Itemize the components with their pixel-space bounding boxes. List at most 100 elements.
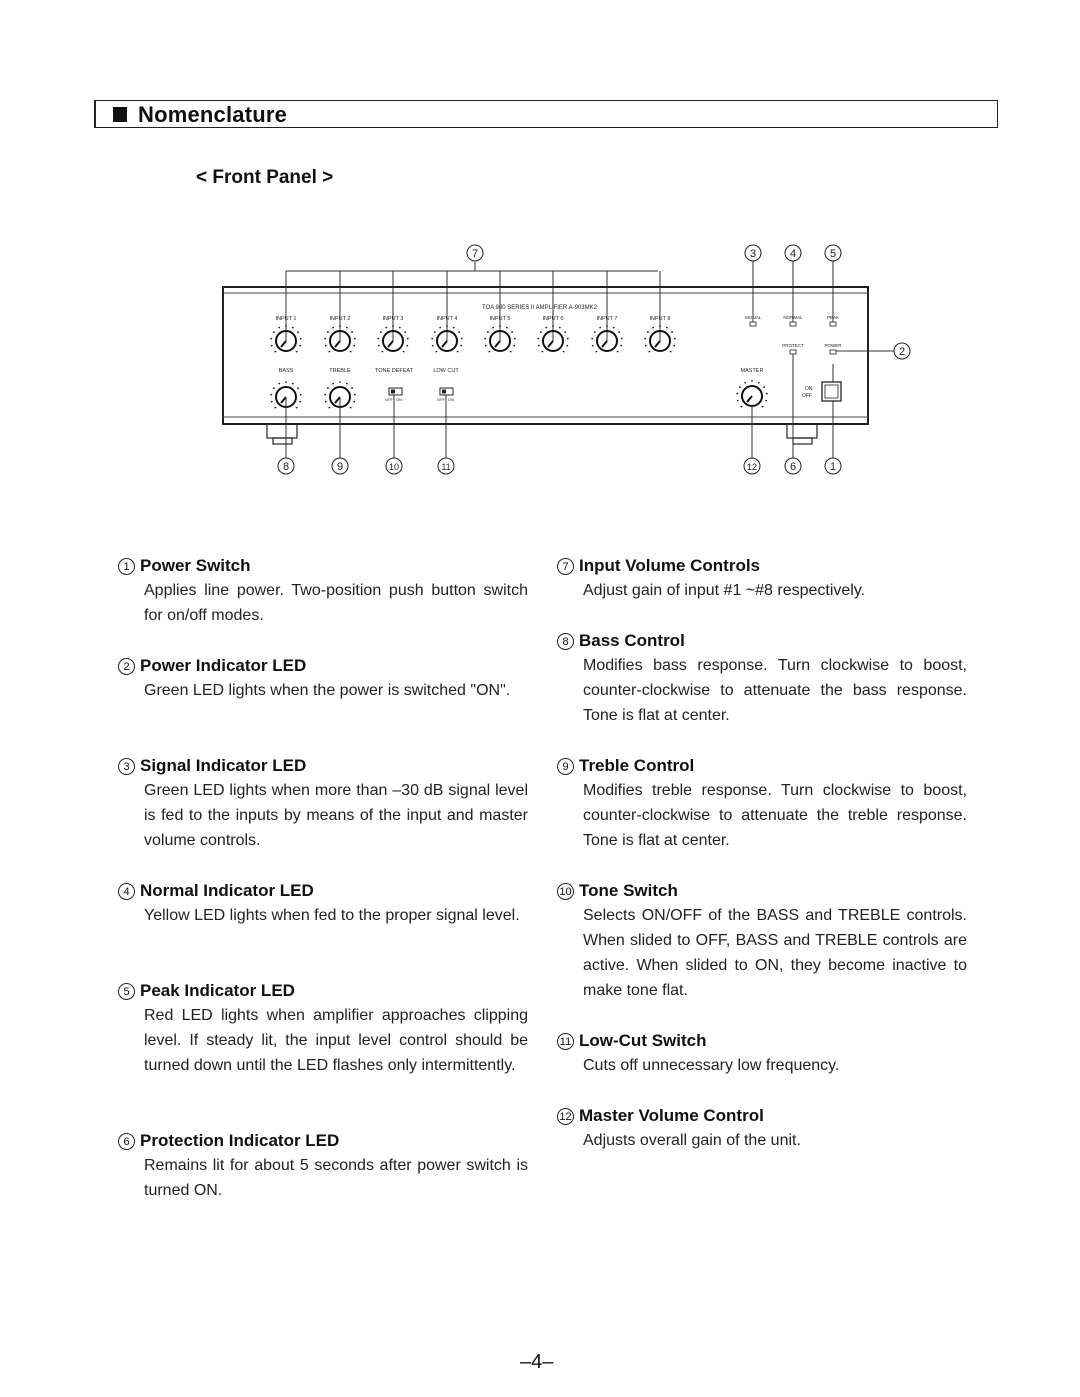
callout-leaders xyxy=(285,260,894,458)
item-heading: 1 Power Switch xyxy=(118,553,528,578)
tone-defeat-switch[interactable] xyxy=(388,387,403,396)
switch-label: TONE DEFEAT xyxy=(375,368,414,374)
callout-7: 7 xyxy=(466,244,484,262)
item-heading: 8 Bass Control xyxy=(557,628,967,653)
power-led xyxy=(829,349,837,355)
item-description: Green LED lights when more than –30 dB s… xyxy=(144,782,528,849)
item-heading: 12 Master Volume Control xyxy=(557,1103,967,1128)
item-title: Low-Cut Switch xyxy=(579,1031,707,1050)
svg-text:6: 6 xyxy=(790,461,796,473)
item-number-badge: 1 xyxy=(118,558,135,575)
svg-text:10: 10 xyxy=(389,462,399,472)
item-heading: 11 Low-Cut Switch xyxy=(557,1028,967,1053)
callout-9: 9 xyxy=(331,457,349,475)
item-treble-control: 9 Treble Control Modifies treble response.… xyxy=(557,753,967,853)
item-bass-control: 8 Bass Control Modifies bass response. Tur… xyxy=(557,628,967,728)
item-title: Power Switch xyxy=(140,556,251,575)
item-number-badge: 11 xyxy=(557,1033,574,1050)
led-label: PEAK xyxy=(827,315,839,320)
item-description: Modifies treble response. Turn clockwise… xyxy=(583,782,967,849)
item-number-badge: 5 xyxy=(118,983,135,1000)
callout-5: 5 xyxy=(824,244,842,262)
item-heading: 9 Treble Control xyxy=(557,753,967,778)
item-peak-indicator-led: 5 Peak Indicator LED Red LED lights when a… xyxy=(118,978,528,1078)
callout-11: 11 xyxy=(437,457,455,475)
item-title: Normal Indicator LED xyxy=(140,881,314,900)
item-description: Yellow LED lights when fed to the proper… xyxy=(144,907,520,924)
item-description: Adjust gain of input #1 ~#8 respectively… xyxy=(583,582,866,599)
item-low-cut-switch: 11 Low-Cut Switch Cuts off unnecessary low… xyxy=(557,1028,967,1078)
power-on-label: ON xyxy=(805,386,813,392)
normal-led xyxy=(789,321,797,327)
switch-position-label: ON xyxy=(448,397,454,402)
item-normal-indicator-led: 4 Normal Indicator LED Yellow LED lights w… xyxy=(118,878,528,928)
item-title: Bass Control xyxy=(579,631,685,650)
input-label: INPUT 4 xyxy=(437,316,458,322)
power-switch-button[interactable] xyxy=(821,381,842,402)
item-heading: 4 Normal Indicator LED xyxy=(118,878,528,903)
item-heading: 10 Tone Switch xyxy=(557,878,967,903)
item-power-indicator-led: 2 Power Indicator LED Green LED lights whe… xyxy=(118,653,528,703)
svg-text:11: 11 xyxy=(441,462,450,472)
item-number-badge: 2 xyxy=(118,658,135,675)
svg-text:2: 2 xyxy=(899,346,905,358)
item-protection-indicator-led: 6 Protection Indicator LED Remains lit for… xyxy=(118,1128,528,1203)
item-title: Power Indicator LED xyxy=(140,656,307,675)
item-description: Cuts off unnecessary low frequency. xyxy=(583,1057,840,1074)
item-input-volume-controls: 7 Input Volume Controls Adjust gain of inp… xyxy=(557,553,967,603)
peak-led xyxy=(829,321,837,327)
callout-12: 12 xyxy=(743,457,761,475)
master-knob[interactable] xyxy=(736,380,768,408)
item-description: Adjusts overall gain of the unit. xyxy=(583,1132,801,1149)
item-number-badge: 12 xyxy=(557,1108,574,1125)
item-description: Green LED lights when the power is switc… xyxy=(144,682,511,699)
input-label: INPUT 7 xyxy=(597,316,618,322)
item-description: Red LED lights when amplifier approaches… xyxy=(144,1007,528,1074)
master-label: MASTER xyxy=(741,368,764,374)
item-title: Protection Indicator LED xyxy=(140,1131,340,1150)
led-label: PROTECT xyxy=(782,343,804,348)
callout-2: 2 xyxy=(893,342,911,360)
switch-position-label: OFF xyxy=(437,397,446,402)
svg-text:7: 7 xyxy=(472,248,478,260)
callout-10: 10 xyxy=(385,457,403,475)
left-foot xyxy=(266,423,298,445)
svg-text:5: 5 xyxy=(830,248,836,260)
signal-led xyxy=(749,321,757,327)
item-number-badge: 7 xyxy=(557,558,574,575)
item-description: Remains lit for about 5 seconds after po… xyxy=(144,1157,528,1199)
switch-position-label: OFF xyxy=(385,397,394,402)
protect-led xyxy=(789,349,797,355)
input-label: INPUT 8 xyxy=(650,316,671,322)
item-title: Input Volume Controls xyxy=(579,556,761,575)
tone-label: BASS xyxy=(279,368,294,374)
item-heading: 3 Signal Indicator LED xyxy=(118,753,528,778)
right-foot xyxy=(786,423,818,445)
low-cut-switch[interactable] xyxy=(439,387,454,396)
item-heading: 2 Power Indicator LED xyxy=(118,653,528,678)
svg-text:12: 12 xyxy=(747,462,757,472)
switch-label: LOW CUT xyxy=(433,368,459,374)
tone-label: TREBLE xyxy=(329,368,351,374)
item-description: Applies line power. Two-position push bu… xyxy=(144,582,528,624)
item-description: Selects ON/OFF of the BASS and TREBLE co… xyxy=(583,907,967,999)
callout-7-bracket xyxy=(286,262,658,272)
item-tone-switch: 10 Tone Switch Selects ON/OFF of the BASS … xyxy=(557,878,967,1003)
item-number-badge: 10 xyxy=(557,883,574,900)
item-signal-indicator-led: 3 Signal Indicator LED Green LED lights wh… xyxy=(118,753,528,853)
callout-3: 3 xyxy=(744,244,762,262)
svg-text:3: 3 xyxy=(750,248,756,260)
svg-text:8: 8 xyxy=(283,461,289,473)
item-number-badge: 9 xyxy=(557,758,574,775)
svg-text:1: 1 xyxy=(830,461,836,473)
callout-4: 4 xyxy=(784,244,802,262)
item-number-badge: 4 xyxy=(118,883,135,900)
item-title: Peak Indicator LED xyxy=(140,981,295,1000)
item-heading: 6 Protection Indicator LED xyxy=(118,1128,528,1153)
page-number: –4– xyxy=(520,1351,554,1373)
brand-label: TOA 900 SERIES II AMPLIFIER A-903MK2 xyxy=(482,305,598,311)
item-description: Modifies bass response. Turn clockwise t… xyxy=(583,657,967,724)
led-label: POWER xyxy=(824,343,842,348)
front-panel-diagram: TOA 900 SERIES II AMPLIFIER A-903MK2 INP… xyxy=(222,244,911,475)
input-label: INPUT 3 xyxy=(383,316,404,322)
